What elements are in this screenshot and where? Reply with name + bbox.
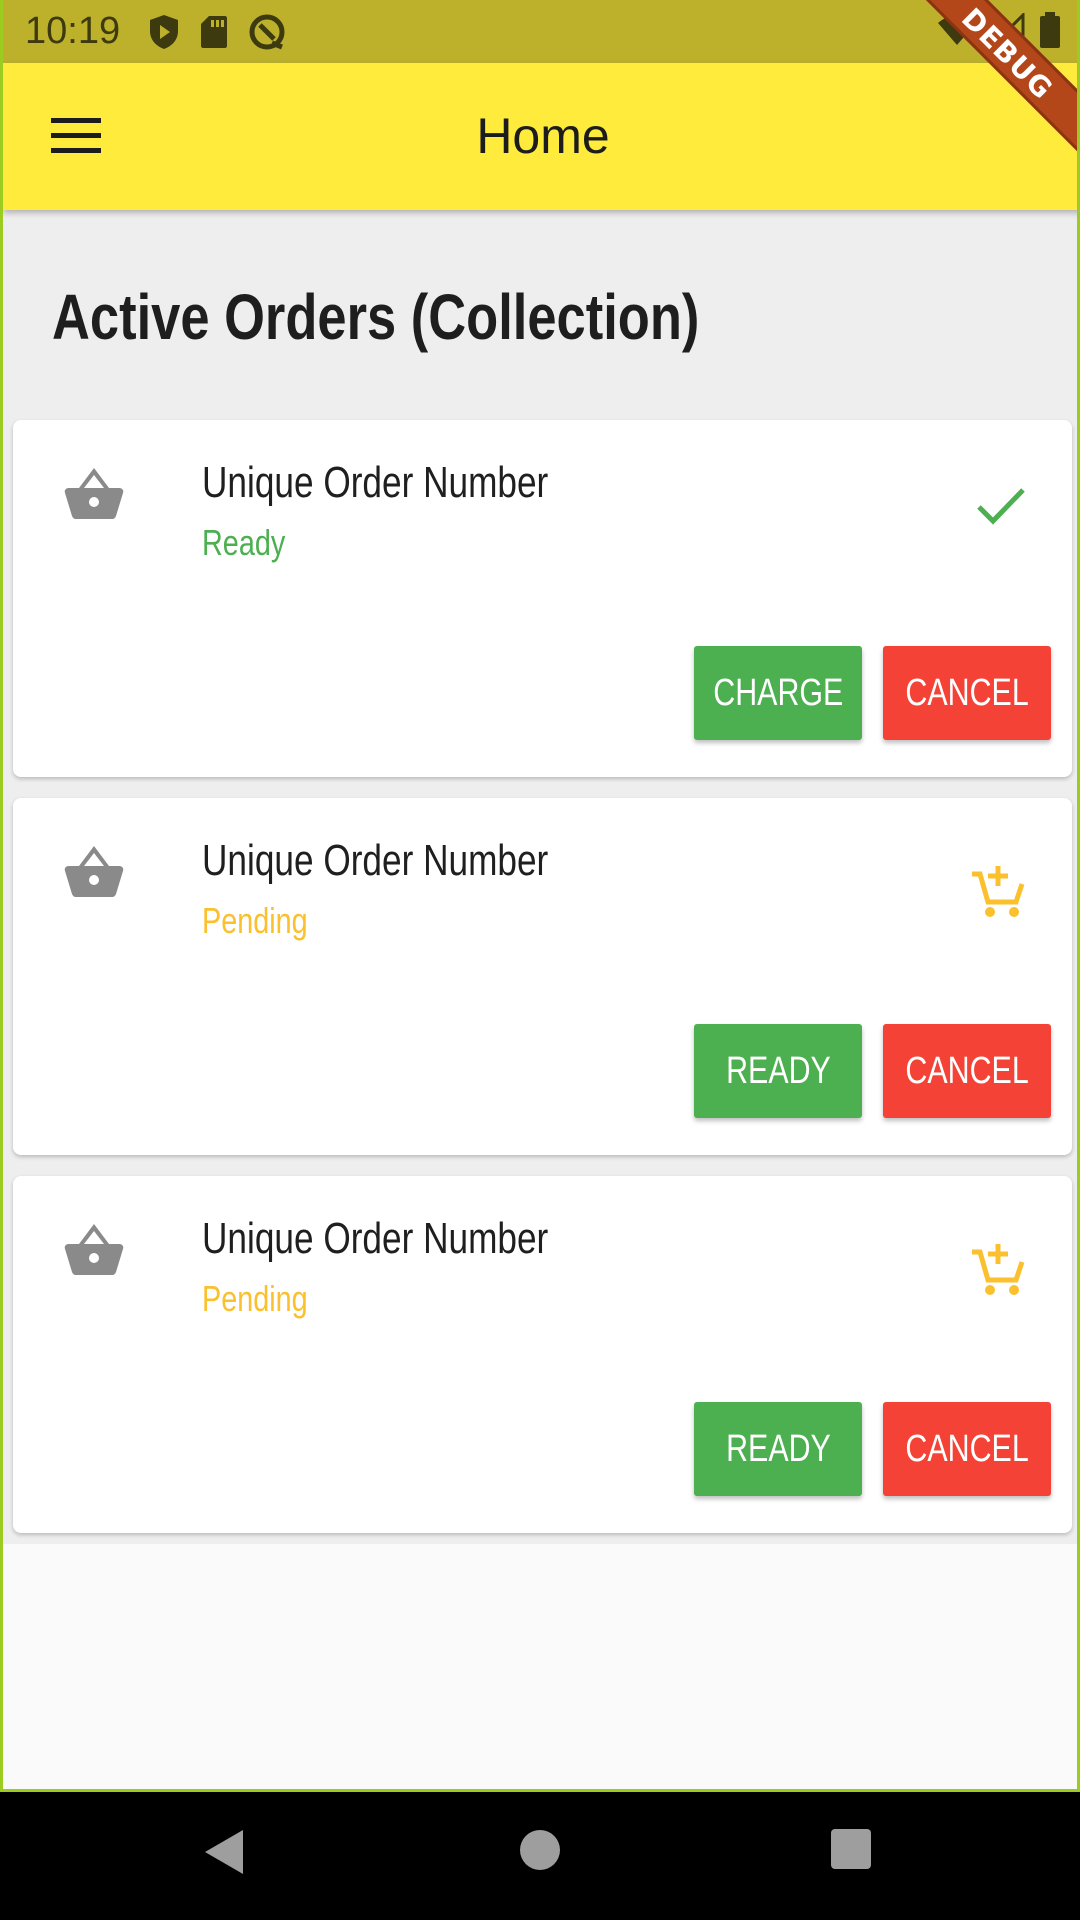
battery-icon xyxy=(1039,12,1061,53)
recents-nav-icon[interactable] xyxy=(831,1829,871,1869)
add-shopping-cart-icon[interactable] xyxy=(970,1242,1026,1303)
ready-button[interactable]: READY xyxy=(694,1402,862,1496)
system-nav-bar xyxy=(0,1792,1080,1920)
shopping-basket-icon xyxy=(63,1220,125,1281)
page-title: Home xyxy=(476,108,610,164)
order-number: Unique Order Number xyxy=(202,1214,549,1263)
add-shopping-cart-icon[interactable] xyxy=(970,864,1026,925)
app-bar: Home xyxy=(3,63,1077,210)
order-card[interactable]: Unique Order Number Pending READY CANCEL xyxy=(13,1176,1072,1533)
shopping-basket-icon xyxy=(63,464,125,525)
order-status: Ready xyxy=(202,522,286,563)
section-title: Active Orders (Collection) xyxy=(52,281,700,353)
cancel-button[interactable]: CANCEL xyxy=(883,1024,1051,1118)
back-nav-icon[interactable] xyxy=(203,1828,245,1881)
order-card[interactable]: Unique Order Number Pending READY CANCEL xyxy=(13,798,1072,1155)
app-screen: 10:19 DEBUG Home Active Orders (Collecti… xyxy=(0,0,1080,1792)
ready-button[interactable]: READY xyxy=(694,1024,862,1118)
order-number: Unique Order Number xyxy=(202,458,549,507)
section-header: Active Orders (Collection) xyxy=(3,210,1077,410)
order-status: Pending xyxy=(202,1278,308,1319)
play-protect-icon xyxy=(148,14,180,50)
charge-button[interactable]: CHARGE xyxy=(694,646,862,740)
check-icon[interactable] xyxy=(976,486,1026,531)
data-saver-icon xyxy=(248,13,286,51)
cancel-button[interactable]: CANCEL xyxy=(883,646,1051,740)
order-card[interactable]: Unique Order Number Ready CHARGE CANCEL xyxy=(13,420,1072,777)
orders-list: Unique Order Number Ready CHARGE CANCEL Uniq… xyxy=(3,410,1077,1544)
order-status: Pending xyxy=(202,900,308,941)
status-time: 10:19 xyxy=(25,10,121,52)
sd-card-icon xyxy=(200,15,228,49)
status-bar: 10:19 xyxy=(3,0,1077,63)
shopping-basket-icon xyxy=(63,842,125,903)
cancel-button[interactable]: CANCEL xyxy=(883,1402,1051,1496)
home-nav-icon[interactable] xyxy=(520,1830,560,1870)
order-number: Unique Order Number xyxy=(202,836,549,885)
